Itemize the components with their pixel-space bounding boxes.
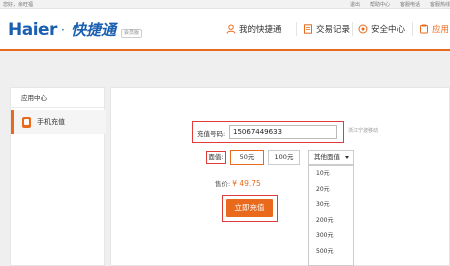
denom-100-button[interactable]: 100元 [268, 150, 300, 165]
member-badge: 会员版 [121, 29, 143, 38]
logo-separator: · [61, 23, 65, 37]
nav-label: 安全中心 [371, 25, 406, 35]
dropdown-option[interactable]: 500元 [309, 244, 353, 260]
nav-my-account[interactable]: 我的快捷通 [226, 9, 282, 49]
nav-label: 我的快捷通 [239, 25, 282, 35]
nav-label: 交易记录 [316, 25, 351, 35]
phone-number-highlight: 充值号码: 15067449633 [192, 121, 344, 143]
person-icon [226, 24, 236, 34]
nav-apps[interactable]: 应用 [414, 9, 450, 49]
nav-label: 应用 [432, 25, 450, 35]
nav-security[interactable]: 安全中心 [358, 9, 405, 49]
price-row: 售价: ¥ 49.75 [215, 178, 261, 188]
sidebar-item-label: 手机充值 [37, 118, 65, 126]
chevron-down-icon [345, 156, 349, 159]
top-links: 退出 帮助中心 客服电话 客服热线 [350, 1, 450, 8]
dropdown-option[interactable]: 10元 [309, 166, 353, 182]
phone-number-input[interactable]: 15067449633 [229, 125, 337, 139]
denomination-label: 面值: [206, 151, 226, 164]
dropdown-option[interactable]: 20元 [309, 182, 353, 198]
other-denomination-label: 其他面值 [314, 153, 340, 161]
other-denomination-select[interactable]: 其他面值 [308, 150, 354, 165]
sidebar-item-mobile-recharge[interactable]: 手机充值 [11, 110, 106, 134]
help-center-link[interactable]: 帮助中心 [370, 1, 390, 8]
phone-number-label: 充值号码: [197, 130, 226, 138]
app-icon [420, 24, 428, 34]
nav-transactions[interactable]: 交易记录 [303, 9, 350, 49]
recharge-now-button[interactable]: 立即充值 [226, 199, 273, 217]
nav-divider [352, 22, 353, 36]
shield-icon [358, 24, 368, 34]
service-hotline-link[interactable]: 客服热线 [430, 1, 450, 8]
sidebar: 应用中心 手机充值 [10, 87, 106, 266]
nav-divider [412, 22, 413, 36]
kuaijietong-logo[interactable]: 快捷通 [71, 19, 116, 40]
dropdown-option[interactable]: 30元 [309, 197, 353, 213]
phone-icon [22, 116, 31, 128]
submit-highlight: 立即充值 [222, 195, 278, 222]
price-value: ¥ 49.75 [232, 179, 261, 188]
haier-logo[interactable]: Haier [8, 20, 57, 40]
main-panel [110, 87, 450, 266]
nav-divider [296, 22, 297, 36]
service-phone-link[interactable]: 客服电话 [400, 1, 420, 8]
top-utility-bar: 您好，余旺福 退出 帮助中心 客服电话 客服热线 [0, 0, 450, 9]
greeting-text: 您好，余旺福 [3, 2, 34, 8]
sidebar-heading: 应用中心 [11, 88, 104, 108]
denomination-dropdown: 10元 20元 30元 200元 300元 500元 [308, 165, 354, 266]
logout-link[interactable]: 退出 [350, 1, 360, 8]
carrier-text: 浙江宁波移动 [348, 128, 379, 134]
denom-50-button[interactable]: 50元 [230, 150, 264, 165]
dropdown-option[interactable]: 300元 [309, 228, 353, 244]
document-icon [304, 24, 312, 34]
price-label: 售价: [215, 180, 231, 188]
site-header: Haier · 快捷通 会员版 我的快捷通 交易记录 安全中心 应用 [0, 9, 450, 51]
dropdown-option[interactable]: 200元 [309, 213, 353, 229]
